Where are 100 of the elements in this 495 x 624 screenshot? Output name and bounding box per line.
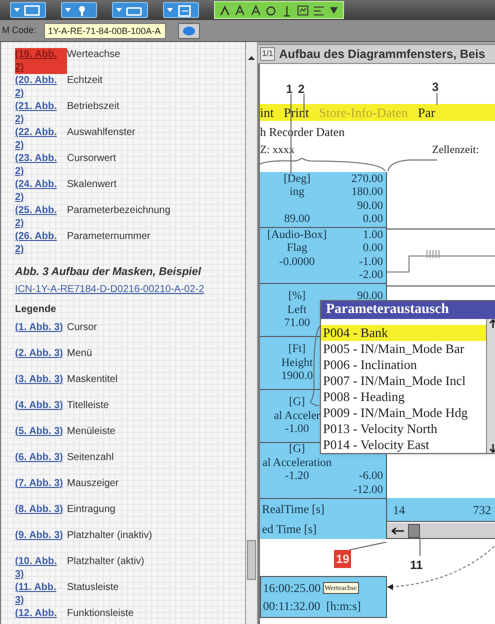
parameter-label: ing <box>288 186 306 200</box>
parameter-option[interactable]: P014 - Velocity East <box>321 437 486 453</box>
figure-caption-item: Betriebszeit <box>67 100 120 114</box>
parameter-label: 71.00 <box>283 317 311 330</box>
figure-link[interactable]: (21. Abb. 2) <box>15 100 67 126</box>
parameter-label: [Deg] <box>282 172 312 186</box>
code-field[interactable]: 1Y-A-RE-71-84-00B-100A-A <box>44 22 166 38</box>
figure-caption-item: Parameternummer <box>67 230 150 244</box>
scroll-thumb[interactable] <box>408 524 420 538</box>
figure-link[interactable]: (6. Abb. 3) <box>15 450 67 464</box>
figure-link[interactable]: (7. Abb. 3) <box>15 476 67 490</box>
chart-icon[interactable] <box>296 2 308 18</box>
parameter-label: -0.0000 <box>278 256 316 269</box>
parameter-option[interactable]: P007 - IN/Main_Mode Incl <box>321 373 486 389</box>
printer-button[interactable] <box>112 2 148 18</box>
parameter-option[interactable]: P006 - Inclination <box>321 357 486 373</box>
figure-caption-item: Cursorwert <box>67 152 116 166</box>
menu-item[interactable]: Par <box>418 102 436 122</box>
figure-caption-item: Parameterbezeichnung <box>67 204 170 218</box>
cell-time-label: Zellenzeit: <box>432 143 480 158</box>
figure-caption-item: Cursor <box>67 320 98 334</box>
scrollbar[interactable] <box>245 42 258 624</box>
scale-value: 180.00 <box>350 186 384 200</box>
figure-link[interactable]: (25. Abb. 2) <box>15 204 67 230</box>
parameter-label: [Audio-Box] <box>266 228 328 242</box>
callout-number: 1 <box>286 81 293 98</box>
figure-caption-item: Funktionsleiste <box>67 606 134 620</box>
unit-label: [h:m:s] <box>326 598 361 615</box>
figure-link[interactable]: (23. Abb. 2) <box>15 152 67 178</box>
real-time-value: 16:00:25.00 <box>263 580 321 597</box>
figure-caption-item: Echtzeit <box>67 74 103 88</box>
figure-caption-item: Platzhalter (inaktiv) <box>67 528 152 542</box>
parameter-label: Flag <box>286 242 308 256</box>
figure-link[interactable]: (8. Abb. 3) <box>15 502 67 516</box>
figure-link[interactable]: (9. Abb. 3) <box>15 528 67 542</box>
parameter-option[interactable]: P013 - Velocity North <box>321 421 486 437</box>
callout-number: 11 <box>410 557 423 574</box>
time-label: RealTime [s] <box>262 501 325 518</box>
figure-link[interactable]: (20. Abb. 2) <box>15 74 67 100</box>
figure-link[interactable]: (2. Abb. 3) <box>15 346 67 360</box>
scale-value: 270.00 <box>350 172 384 186</box>
icn-link[interactable]: ICN-1Y-A-RE7184-D-D0216-00210-A-02-2 <box>15 282 245 296</box>
figure-caption-item: Statusleiste <box>67 580 119 594</box>
scale-value: 90.00 <box>356 290 384 303</box>
scale-value: -2.00 <box>358 269 384 282</box>
figure-caption: Abb. 3 Aufbau der Masken, Beispiel <box>15 265 202 280</box>
marker-badge: 19 <box>334 550 352 568</box>
scroll-down-icon[interactable] <box>489 443 495 453</box>
figure-link[interactable]: (26. Abb. 2) <box>15 230 67 256</box>
figure-link[interactable]: (22. Abb. 2) <box>15 126 67 152</box>
scale-value: -6.00 <box>358 470 384 484</box>
figure-link[interactable]: (11. Abb. 3) <box>15 580 67 606</box>
figure-link[interactable]: (24. Abb. 2) <box>15 178 67 204</box>
figure-caption-item: Maskentitel <box>67 372 118 386</box>
callout-number: 2 <box>298 81 305 98</box>
scroll-up-icon[interactable] <box>247 54 256 62</box>
parameter-label: 89.00 <box>283 213 311 226</box>
figure-link[interactable]: (10. Abb. 3) <box>15 554 67 580</box>
scroll-thumb[interactable] <box>247 540 256 580</box>
legend-title: Legende <box>15 302 58 316</box>
axis-tick-label: 14 <box>393 502 405 518</box>
scroll-up-icon[interactable] <box>489 319 495 329</box>
figure-caption-item: Skalenwert <box>67 178 116 192</box>
figure-caption-item: Auswahlfenster <box>67 126 136 140</box>
figure-link[interactable]: (5. Abb. 3) <box>15 424 67 438</box>
figure-caption-item: Platzhalter (aktiv) <box>67 554 144 568</box>
figure-caption-item: Menüleiste <box>67 424 116 438</box>
parameter-option[interactable]: P004 - Bank <box>321 325 486 341</box>
text-tool-icon[interactable] <box>250 2 262 18</box>
figure-caption-item: Eintragung <box>67 502 116 516</box>
leader-line <box>435 93 439 105</box>
window-button[interactable] <box>10 2 46 18</box>
page-number: 1/1 <box>260 47 276 61</box>
horizontal-scrollbar[interactable] <box>387 523 495 539</box>
scroll-left-icon[interactable] <box>391 526 405 536</box>
parameter-option[interactable]: P005 - IN/Main_Mode Bar <box>321 341 486 357</box>
export-button[interactable] <box>163 2 199 18</box>
time-label: ed Time [s] <box>262 521 317 538</box>
parameter-option[interactable]: P008 - Heading <box>321 389 486 405</box>
figure-caption-item: Werteachse <box>67 48 120 62</box>
parameter-option[interactable]: P009 - IN/Main_Mode Hdg <box>321 405 486 421</box>
run-time-value: 00:11:32.00 <box>263 598 320 615</box>
figure-link[interactable]: (4. Abb. 3) <box>15 398 67 412</box>
figure-link[interactable]: (12. Abb. <box>15 606 67 620</box>
scale-value: 1.00 <box>362 228 384 242</box>
menu-item[interactable]: int <box>260 102 274 122</box>
leader-line <box>418 538 422 556</box>
figure-link[interactable]: (3. Abb. 3) <box>15 372 67 386</box>
figure-caption-item: Titelleiste <box>67 398 109 412</box>
text-tool-icon[interactable] <box>234 2 246 18</box>
popup-title: Parameteraustausch <box>321 301 495 319</box>
parameter-label: [%] <box>287 290 307 303</box>
leader-line <box>348 542 388 550</box>
figure-link[interactable]: (1. Abb. 3) <box>15 320 67 334</box>
go-button[interactable] <box>178 22 200 38</box>
pin-button[interactable] <box>61 2 97 18</box>
scale-value: 0.00 <box>362 242 384 256</box>
window-title: Aufbau des Diagrammfensters, Beis <box>279 46 486 63</box>
scale-value: 90.00 <box>356 200 384 213</box>
code-label: M Code: <box>1 24 38 37</box>
